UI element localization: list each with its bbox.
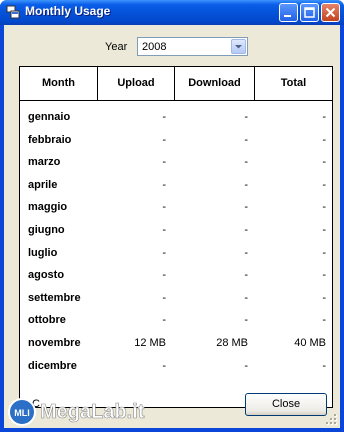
app-icon (6, 5, 20, 19)
download-cell: - (244, 269, 248, 282)
month-cell: dicembre (28, 359, 77, 372)
chevron-down-icon (235, 45, 242, 49)
table-row[interactable]: giugno - - - (20, 220, 332, 242)
download-cell: - (244, 201, 248, 214)
upload-cell: - (162, 133, 166, 146)
month-cell: maggio (28, 201, 68, 214)
table-row[interactable]: maggio - - - (20, 197, 332, 219)
close-button[interactable]: Close (245, 393, 327, 416)
column-header-download[interactable]: Download (174, 67, 254, 100)
dialog-client-area: Year 2008 Month Upload Download Total ge… (4, 25, 340, 428)
watermark-text: MegaLab.it (40, 401, 145, 423)
upload-cell: - (162, 291, 166, 304)
month-cell: giugno (28, 224, 65, 236)
upload-cell: - (162, 224, 166, 236)
download-cell: - (244, 291, 248, 304)
total-cell: - (322, 224, 326, 236)
close-window-button[interactable] (321, 3, 340, 22)
table-row[interactable]: gennaio - - - (20, 107, 332, 129)
month-cell: febbraio (28, 133, 72, 146)
download-cell: - (244, 246, 248, 259)
minimize-icon (284, 15, 291, 17)
title-bar[interactable]: Monthly Usage (0, 0, 344, 25)
dropdown-arrow-button[interactable] (231, 39, 246, 54)
total-cell: - (322, 178, 326, 191)
monthly-usage-window: Monthly Usage Year 2008 Month Upload Dow… (0, 0, 344, 432)
total-cell: - (322, 133, 326, 146)
total-cell: - (322, 111, 326, 123)
column-header-total[interactable]: Total (254, 67, 332, 100)
month-cell: aprile (28, 178, 58, 191)
download-cell: - (244, 111, 248, 123)
total-cell: - (322, 314, 326, 327)
table-row[interactable]: aprile - - - (20, 175, 332, 197)
table-row[interactable]: novembre 12 MB 28 MB 40 MB (20, 333, 332, 355)
upload-cell: - (162, 178, 166, 191)
table-row[interactable]: febbraio - - - (20, 130, 332, 152)
minimize-button[interactable] (279, 3, 298, 22)
upload-cell: 12 MB (134, 337, 166, 349)
column-header-upload[interactable]: Upload (97, 67, 174, 100)
table-row[interactable]: ottobre - - - (20, 310, 332, 332)
maximize-icon (304, 7, 315, 18)
total-cell: 40 MB (294, 337, 326, 349)
upload-cell: - (162, 111, 166, 123)
year-selected-value: 2008 (142, 41, 167, 53)
month-cell: gennaio (28, 111, 71, 123)
upload-cell: - (162, 201, 166, 214)
upload-cell: - (162, 246, 166, 259)
total-cell: - (322, 359, 326, 372)
table-row[interactable]: luglio - - - (20, 243, 332, 265)
upload-cell: - (162, 156, 166, 169)
download-cell: - (244, 224, 248, 236)
table-row[interactable]: marzo - - - (20, 152, 332, 174)
upload-cell: - (162, 359, 166, 372)
month-cell: marzo (28, 156, 61, 169)
download-cell: - (244, 178, 248, 191)
window-title: Monthly Usage (25, 4, 111, 18)
month-cell: novembre (28, 337, 81, 349)
month-cell: ottobre (28, 314, 66, 327)
month-cell: settembre (28, 291, 81, 304)
total-cell: - (322, 201, 326, 214)
megalab-watermark-logo: MLI MegaLab.it (8, 398, 145, 426)
download-cell: - (244, 314, 248, 327)
table-row[interactable]: dicembre - - - (20, 356, 332, 378)
total-cell: - (322, 291, 326, 304)
table-header: Month Upload Download Total (20, 67, 332, 101)
year-label: Year (105, 41, 128, 53)
maximize-button[interactable] (300, 3, 319, 22)
upload-cell: - (162, 314, 166, 327)
month-cell: luglio (28, 246, 58, 259)
total-cell: - (322, 269, 326, 282)
download-cell: - (244, 359, 248, 372)
download-cell: - (244, 156, 248, 169)
table-row[interactable]: agosto - - - (20, 265, 332, 287)
total-cell: - (322, 156, 326, 169)
year-dropdown[interactable]: 2008 (137, 37, 248, 56)
table-row[interactable]: settembre - - - (20, 288, 332, 310)
month-cell: agosto (28, 269, 65, 282)
download-cell: - (244, 133, 248, 146)
close-icon (325, 7, 336, 18)
usage-table: Month Upload Download Total gennaio - - - fe… (19, 66, 333, 408)
total-cell: - (322, 246, 326, 259)
upload-cell: - (162, 269, 166, 282)
download-cell: 28 MB (216, 337, 248, 349)
column-header-month[interactable]: Month (20, 67, 97, 100)
watermark-badge-text: MLI (14, 408, 30, 418)
resize-grip-icon[interactable] (326, 414, 338, 426)
